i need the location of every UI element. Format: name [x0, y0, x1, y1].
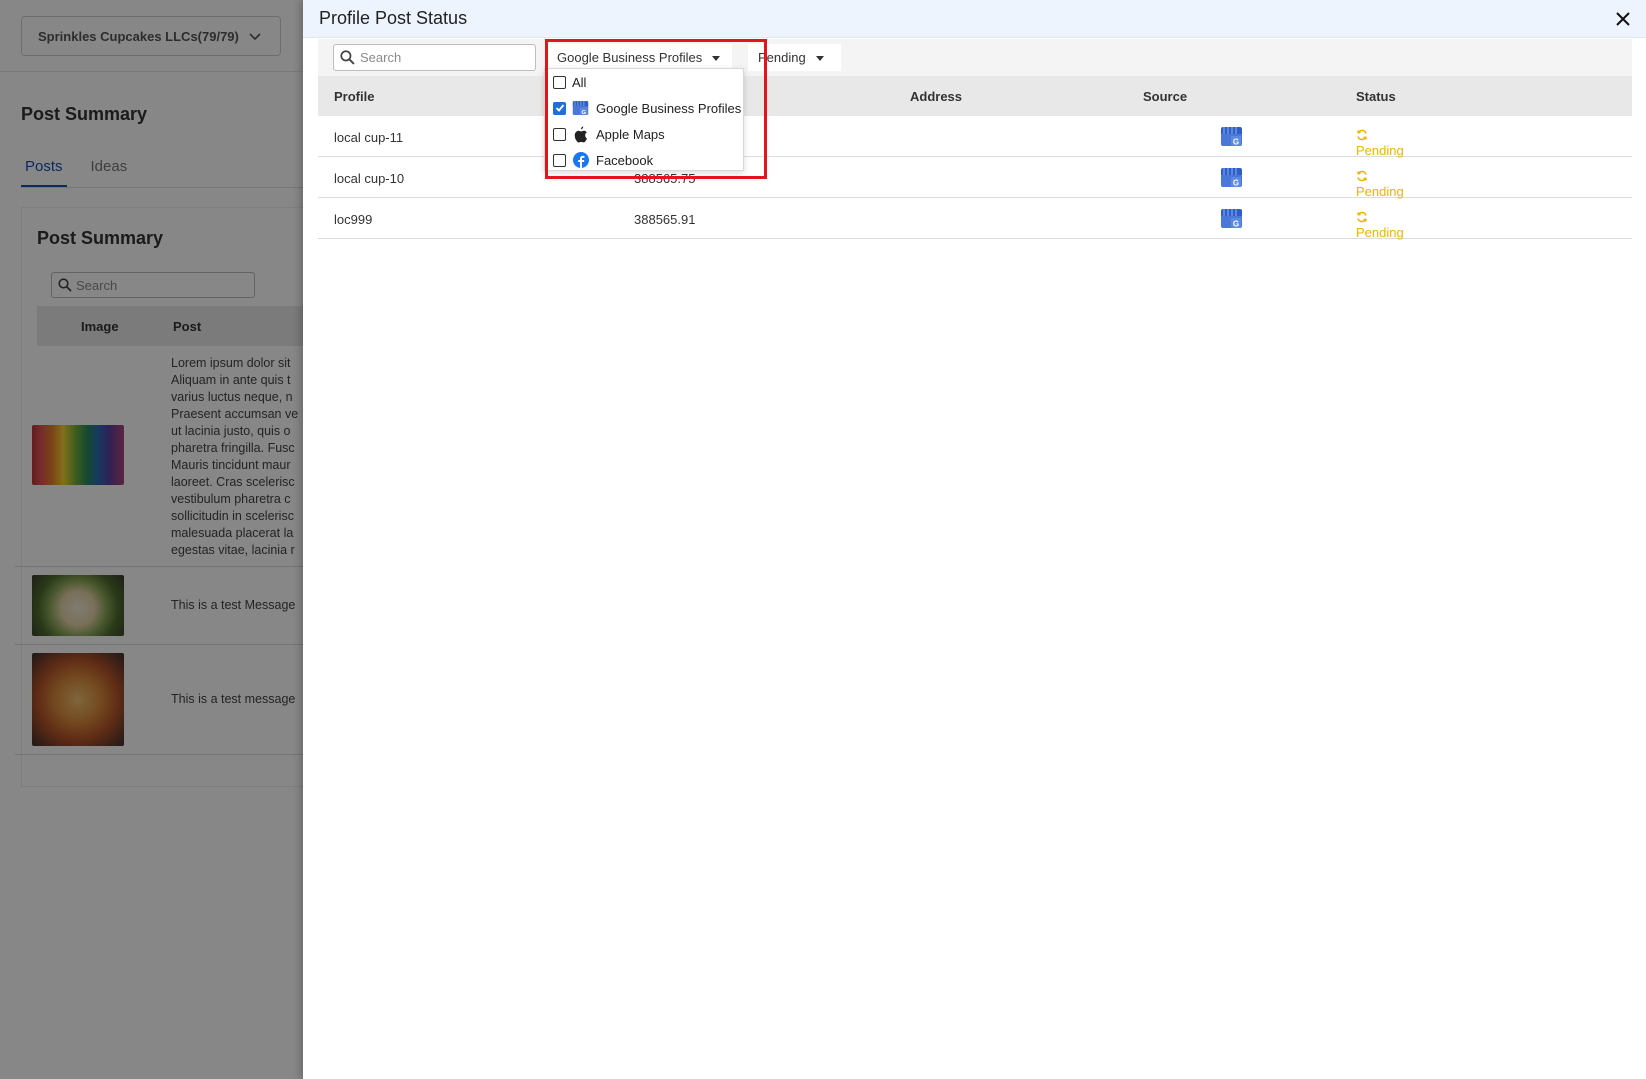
profile-post-status-drawer: Profile Post Status Google Business Prof… [303, 0, 1646, 1079]
source-filter-label: Google Business Profiles [557, 50, 703, 65]
status-label: Pending [1356, 184, 1404, 199]
svg-text:G: G [582, 110, 587, 116]
drawer-title: Profile Post Status [319, 8, 468, 28]
option-label: All [572, 74, 587, 90]
checkbox[interactable] [553, 127, 566, 141]
svg-text:G: G [1233, 179, 1239, 188]
table-row[interactable]: loc999 388565.91 G Pending [318, 198, 1632, 240]
option-label: Apple Maps [596, 126, 665, 142]
sync-icon [1356, 170, 1368, 182]
status-filter-dropdown[interactable]: Pending [748, 44, 841, 71]
caret-down-icon [815, 56, 824, 61]
status-filter-label: Pending [758, 50, 806, 65]
profile-external-id: 388565.75 [634, 171, 696, 186]
table-header: Profile Address Source Status [318, 76, 1632, 116]
column-source: Source [1143, 89, 1188, 104]
source-filter-dropdown[interactable]: Google Business Profiles [547, 44, 732, 71]
source-option-all[interactable]: All [545, 69, 743, 95]
apple-icon [572, 126, 589, 143]
table-row[interactable]: local cup-10 388565.75 G Pending [318, 157, 1632, 199]
caret-down-icon [712, 56, 721, 61]
svg-text:G: G [1233, 220, 1239, 229]
source-option-facebook[interactable]: Facebook [545, 147, 743, 173]
profile-name: loc999 [334, 212, 373, 227]
checkbox-checked[interactable] [553, 101, 566, 115]
option-label: Facebook [596, 152, 654, 168]
google-business-icon: G [1221, 168, 1242, 188]
source-filter-menu: All G Google Business Profiles Apple Map… [544, 68, 744, 171]
source-option-google-business-profiles[interactable]: G Google Business Profiles [545, 95, 743, 121]
status-badge: Pending [1356, 170, 1404, 199]
profile-search-input[interactable] [360, 50, 520, 65]
status-badge: Pending [1356, 211, 1404, 240]
google-business-icon: G [1221, 127, 1242, 147]
profile-name: local cup-10 [334, 171, 405, 186]
close-icon[interactable] [1614, 10, 1632, 28]
profile-search-field[interactable] [333, 44, 536, 71]
drawer-header: Profile Post Status [303, 0, 1646, 38]
profile-name: local cup-11 [334, 130, 404, 145]
status-label: Pending [1356, 225, 1404, 240]
search-icon [340, 50, 355, 65]
status-badge: Pending [1356, 129, 1404, 158]
facebook-icon [572, 152, 589, 169]
status-label: Pending [1356, 143, 1404, 158]
sync-icon [1356, 211, 1368, 223]
google-business-icon: G [572, 100, 589, 117]
option-label: Google Business Profiles [596, 100, 742, 116]
column-profile: Profile [334, 89, 375, 104]
check-icon [555, 104, 564, 112]
source-option-apple-maps[interactable]: Apple Maps [545, 121, 743, 147]
checkbox[interactable] [553, 75, 566, 89]
profile-external-id: 388565.91 [634, 212, 696, 227]
column-status: Status [1356, 89, 1396, 104]
checkbox[interactable] [553, 153, 566, 167]
filter-toolbar: Google Business Profiles Pending All G G… [318, 39, 1632, 171]
table-row[interactable]: local cup-11 G Pending [318, 116, 1632, 158]
sync-icon [1356, 129, 1368, 141]
column-address: Address [910, 89, 963, 104]
svg-text:G: G [1233, 138, 1239, 147]
google-business-icon: G [1221, 209, 1242, 229]
profile-status-table: Profile Address Source Status local cup-… [318, 76, 1632, 240]
